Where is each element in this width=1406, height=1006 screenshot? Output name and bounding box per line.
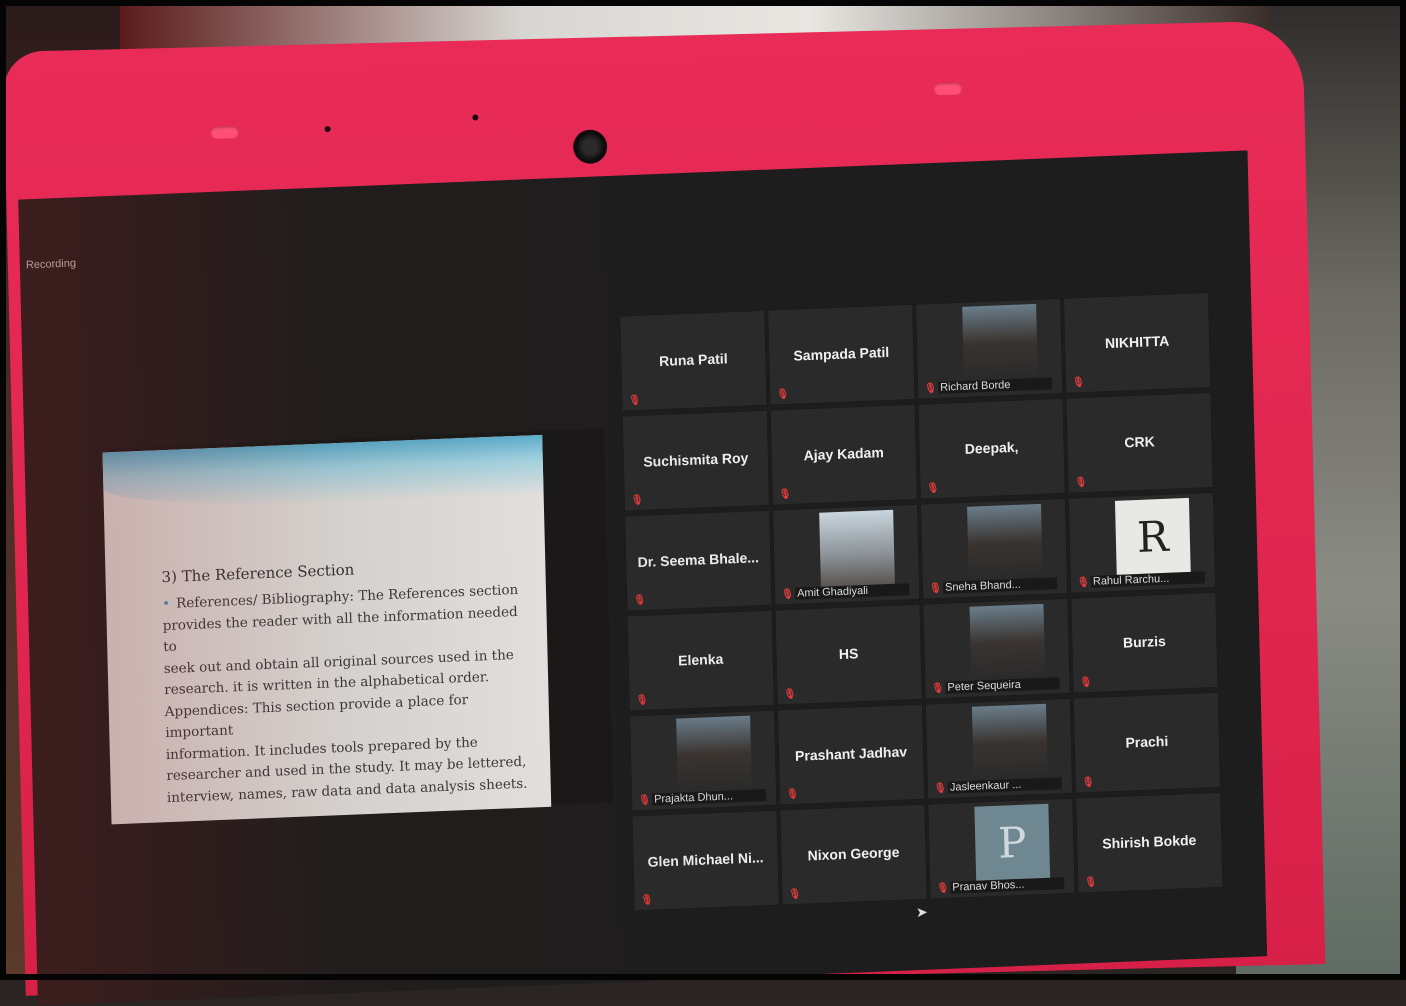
- participant-video: [676, 715, 752, 793]
- participant-name: Amit Ghadiyali: [794, 583, 910, 600]
- participant-name: Prachi: [1125, 732, 1169, 751]
- participant-name: Peter Sequeira: [945, 677, 1060, 694]
- participant-name: Suchismita Roy: [643, 449, 749, 470]
- participant-video: [971, 703, 1048, 781]
- participant-tile[interactable]: P Pranav Bhos... 🎙: [927, 797, 1076, 900]
- muted-mic-icon: 🎙: [778, 488, 792, 501]
- muted-mic-icon: 🎙: [1079, 676, 1093, 689]
- participant-tile[interactable]: Ajay Kadam 🎙: [769, 403, 918, 506]
- slide-heading: 3) The Reference Section: [161, 560, 355, 587]
- participant-tile[interactable]: CRK 🎙: [1065, 391, 1214, 494]
- participant-video: [819, 509, 895, 587]
- zoom-screen: Recording 3) The Reference Section • Refe…: [18, 150, 1268, 1006]
- participant-name: Glen Michael Ni...: [647, 849, 764, 870]
- participant-name: Nixon George: [807, 843, 900, 864]
- participant-tile[interactable]: Runa Patil 🎙: [619, 309, 768, 412]
- participant-name: CRK: [1124, 433, 1155, 451]
- muted-mic-icon: 🎙: [640, 894, 654, 907]
- bezel-button-left: [210, 126, 239, 139]
- participant-tile[interactable]: Prajakta Dhun... 🎙: [629, 709, 778, 812]
- participant-name: Sampada Patil: [793, 343, 890, 364]
- participant-tile[interactable]: Glen Michael Ni... 🎙: [631, 809, 780, 912]
- participant-tile[interactable]: Sampada Patil 🎙: [767, 303, 916, 406]
- participant-tile[interactable]: Peter Sequeira 🎙: [922, 597, 1071, 700]
- participant-name: Deepak,: [964, 438, 1019, 457]
- muted-mic-icon: 🎙: [936, 882, 950, 895]
- participant-tile[interactable]: Suchismita Roy 🎙: [621, 409, 770, 512]
- participant-tile[interactable]: Burzis 🎙: [1070, 591, 1219, 694]
- participant-name: Prajakta Dhun...: [651, 789, 767, 806]
- muted-mic-icon: 🎙: [1071, 377, 1085, 389]
- muted-mic-icon: 🎙: [926, 482, 940, 495]
- recording-indicator: Recording: [25, 257, 77, 272]
- laptop-bezel: Recording 3) The Reference Section • Refe…: [2, 20, 1326, 1006]
- muted-mic-icon: 🎙: [781, 588, 794, 601]
- muted-mic-icon: 🎙: [633, 594, 647, 607]
- letter-avatar: R: [1114, 497, 1191, 575]
- letter-avatar: P: [974, 803, 1051, 881]
- microphone-dot: [324, 126, 331, 133]
- muted-mic-icon: 🎙: [931, 682, 945, 695]
- participant-name: Burzis: [1122, 632, 1166, 651]
- slide-body: • References/ Bibliography: The Reference…: [162, 579, 537, 809]
- participant-name: Prashant Jadhav: [794, 743, 908, 764]
- muted-mic-icon: 🎙: [933, 782, 947, 795]
- presentation-slide: 3) The Reference Section • References/ Bi…: [102, 434, 552, 825]
- participant-name: Sneha Bhand...: [942, 577, 1058, 594]
- participant-tile[interactable]: HS 🎙: [774, 603, 923, 706]
- participant-tile[interactable]: Sneha Bhand... 🎙: [919, 497, 1069, 600]
- muted-mic-icon: 🎙: [635, 694, 649, 707]
- muted-mic-icon: 🎙: [630, 494, 644, 507]
- participant-name: Ajay Kadam: [803, 444, 884, 464]
- muted-mic-icon: 🎙: [1081, 776, 1095, 789]
- participant-tile[interactable]: Elenka 🎙: [626, 609, 775, 712]
- participant-name: NIKHITTA: [1104, 332, 1170, 352]
- participant-tile[interactable]: Jasleenkaur ... 🎙: [924, 697, 1074, 800]
- participant-name: Elenka: [677, 650, 724, 669]
- participant-name: Dr. Seema Bhale...: [637, 549, 760, 571]
- bullet-icon: •: [162, 595, 171, 613]
- muted-mic-icon: 🎙: [928, 582, 942, 595]
- participant-name: HS: [838, 645, 859, 663]
- participant-tile[interactable]: Deepak, 🎙: [917, 397, 1066, 500]
- muted-mic-icon: 🎙: [1074, 476, 1088, 489]
- participant-tile[interactable]: Richard Borde 🎙: [915, 297, 1064, 400]
- participant-tile[interactable]: Amit Ghadiyali 🎙: [772, 503, 921, 606]
- webcam-icon: [572, 129, 608, 165]
- muted-mic-icon: 🎙: [1084, 876, 1098, 889]
- participant-tile[interactable]: Prashant Jadhav 🎙: [776, 703, 926, 806]
- participant-tile[interactable]: Shirish Bokde 🎙: [1075, 791, 1224, 894]
- participant-name: Runa Patil: [658, 350, 728, 370]
- participant-name: Jasleenkaur ...: [947, 777, 1062, 794]
- participant-video: [967, 503, 1043, 581]
- participant-video: [969, 603, 1046, 681]
- muted-mic-icon: 🎙: [788, 888, 802, 901]
- participant-tile[interactable]: Prachi 🎙: [1072, 691, 1222, 794]
- participant-gallery: Runa Patil 🎙 Sampada Patil 🎙 Richard Borde 🎙 N…: [619, 291, 1224, 912]
- muted-mic-icon: 🎙: [1076, 576, 1090, 589]
- muted-mic-icon: 🎙: [638, 794, 651, 807]
- participant-tile[interactable]: NIKHITTA 🎙: [1062, 291, 1212, 394]
- muted-mic-icon: 🎙: [785, 788, 799, 801]
- muted-mic-icon: 🎙: [783, 688, 797, 701]
- participant-name: Shirish Bokde: [1102, 831, 1197, 852]
- participant-name: Rahul Rarchu...: [1090, 571, 1206, 588]
- mouse-cursor-icon: ➤: [915, 903, 928, 921]
- participant-tile[interactable]: R Rahul Rarchu... 🎙: [1067, 491, 1217, 594]
- participant-name: Richard Borde: [938, 377, 1053, 394]
- participant-video: [962, 303, 1038, 381]
- participant-tile[interactable]: Dr. Seema Bhale... 🎙: [624, 509, 773, 612]
- bezel-button-right: [933, 82, 962, 96]
- participant-tile[interactable]: Nixon George 🎙: [779, 803, 928, 906]
- muted-mic-icon: 🎙: [628, 394, 642, 407]
- muted-mic-icon: 🎙: [776, 388, 790, 401]
- microphone-dot-right: [472, 114, 479, 121]
- muted-mic-icon: 🎙: [924, 382, 937, 395]
- participant-name: Pranav Bhos...: [950, 877, 1065, 894]
